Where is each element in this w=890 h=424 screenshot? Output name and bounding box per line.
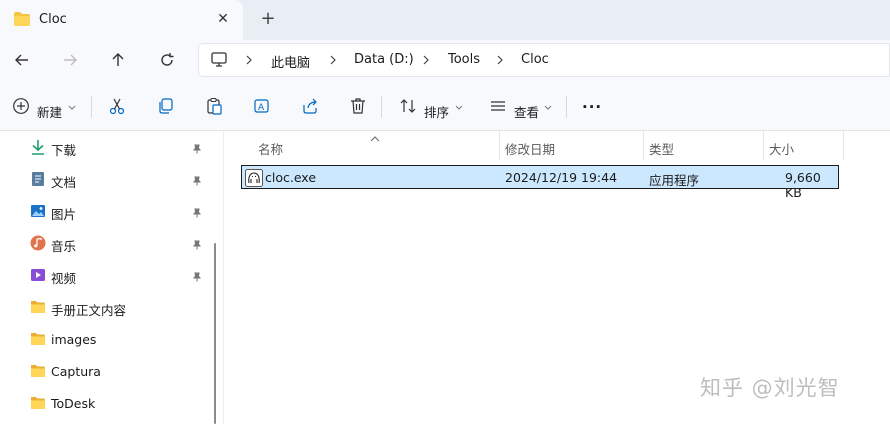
sidebar-item-label: Captura [51,364,101,379]
breadcrumb-tools[interactable]: Tools [448,52,480,67]
breadcrumb-cloc[interactable]: Cloc [521,52,549,67]
video-icon [30,267,46,283]
cut-icon[interactable] [108,97,126,117]
sidebar-item-videos[interactable]: 视频 [0,261,208,289]
sidebar-item-label: images [51,332,97,347]
sidebar-item-label: 下载 [51,143,77,158]
sidebar-item-manual-content[interactable]: 手册正文内容 [0,293,208,321]
column-header-modified[interactable]: 修改日期 [500,131,643,160]
column-header-name[interactable]: 名称 [224,131,499,160]
folder-icon [30,331,46,347]
chevron-down-icon[interactable] [68,101,76,121]
file-modified: 2024/12/19 19:44 [505,170,618,185]
toolbar-divider [566,96,567,118]
up-arrow-icon[interactable] [108,50,130,70]
view-button[interactable]: 查看 [514,102,539,121]
sidebar-item-label: 音乐 [51,239,77,254]
column-header-label: 名称 [258,142,284,157]
chevron-down-icon[interactable] [544,101,552,121]
document-icon [30,171,46,187]
sort-button[interactable]: 排序 [424,102,449,121]
folder-icon [30,299,46,315]
sidebar-item-downloads[interactable]: 下载 [0,133,208,161]
download-icon [30,139,46,155]
pin-icon[interactable] [192,238,202,253]
refresh-icon[interactable] [157,50,179,70]
sidebar-item-label: 视频 [51,271,77,286]
folder-icon [13,11,31,30]
sidebar-item-label: 手册正文内容 [51,303,127,318]
sidebar-item-todesk[interactable]: ToDesk [0,389,208,417]
sidebar-item-label: 图片 [51,207,77,222]
share-icon[interactable] [301,97,319,117]
tab-strip: Cloc ✕ + [0,0,890,40]
folder-icon [30,363,46,379]
file-type: 应用程序 [649,173,700,188]
address-bar[interactable]: 此电脑 Data (D:) Tools Cloc [198,43,890,77]
tab-title: Cloc [39,12,67,27]
view-icon[interactable] [489,97,507,117]
music-icon [30,235,46,251]
chevron-right-icon [328,54,338,69]
more-options-button[interactable]: ··· [582,98,602,116]
column-header-label: 类型 [649,142,675,157]
pictures-icon [30,203,46,219]
toolbar-divider [91,96,92,118]
column-header-type[interactable]: 类型 [644,131,763,160]
breadcrumb-this-pc[interactable]: 此电脑 [271,52,310,71]
rename-icon[interactable]: A [253,97,271,117]
close-icon[interactable]: ✕ [214,10,232,28]
column-divider[interactable] [843,131,844,160]
pin-icon[interactable] [192,270,202,285]
back-arrow-icon[interactable] [12,50,34,70]
file-name: cloc.exe [265,170,317,185]
sidebar-item-label: ToDesk [51,396,96,411]
command-toolbar: 新建 A 排序 查看 ··· [0,81,890,131]
watermark-text: 知乎 @刘光智 [700,376,840,400]
executable-icon [245,169,263,187]
computer-icon [210,52,228,71]
table-row[interactable]: cloc.exe 2024/12/19 19:44 应用程序 9,660 KB [241,165,839,200]
navigation-pane: 下载 文档 图片 音乐 视频 手册正文内容 images Captura ToD… [0,131,208,424]
pin-icon[interactable] [192,174,202,189]
folder-icon [30,395,46,411]
new-plus-icon[interactable] [12,97,30,117]
chevron-right-icon [244,54,254,69]
sidebar-item-documents[interactable]: 文档 [0,165,208,193]
pin-icon[interactable] [192,142,202,157]
breadcrumb-data-drive[interactable]: Data (D:) [354,52,414,67]
forward-arrow-icon[interactable] [60,50,82,70]
sidebar-item-images[interactable]: images [0,325,208,353]
copy-icon[interactable] [157,97,175,117]
chevron-right-icon [421,54,431,69]
sidebar-scrollbar[interactable] [214,243,216,424]
chevron-right-icon [495,54,505,69]
tab-cloc[interactable]: Cloc ✕ [0,0,243,40]
chevron-down-icon[interactable] [455,101,463,121]
column-header-label: 大小 [769,142,795,157]
paste-icon[interactable] [205,97,223,117]
svg-text:A: A [258,103,265,113]
sidebar-item-label: 文档 [51,175,77,190]
pin-icon[interactable] [192,206,202,221]
sidebar-item-music[interactable]: 音乐 [0,229,208,257]
toolbar-divider [381,96,382,118]
new-tab-button[interactable]: + [258,9,278,29]
column-header-size[interactable]: 大小 [764,131,844,160]
sort-icon[interactable] [399,97,417,117]
new-button[interactable]: 新建 [37,102,62,121]
sidebar-item-pictures[interactable]: 图片 [0,197,208,225]
sidebar-item-captura[interactable]: Captura [0,357,208,385]
delete-icon[interactable] [349,97,367,117]
file-size: 9,660 KB [785,170,821,200]
column-header-label: 修改日期 [505,142,556,157]
